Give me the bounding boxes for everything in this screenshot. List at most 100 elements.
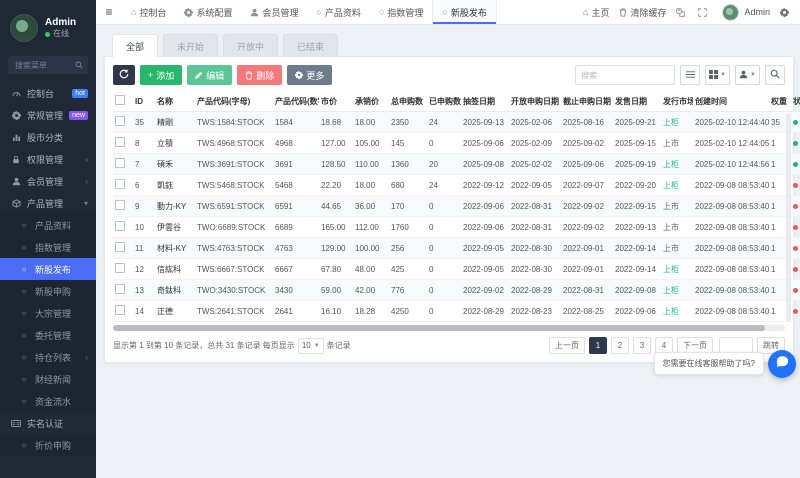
market-link[interactable]: 上市	[663, 244, 679, 253]
search-button[interactable]	[765, 65, 785, 85]
records-summary-suffix: 条记录	[326, 341, 351, 350]
sidebar-item-1[interactable]: 控制台 hot	[0, 82, 96, 104]
export-dropdown-button[interactable]: ▼	[735, 65, 760, 85]
tab-2[interactable]: 未开始	[163, 34, 219, 57]
cell-name[interactable]: 信紘科	[155, 258, 195, 280]
cell-name[interactable]: 奇鈦科	[155, 279, 195, 301]
market-link[interactable]: 上柜	[663, 307, 679, 316]
chat-launcher-button[interactable]	[768, 350, 796, 378]
topbar-avatar[interactable]	[722, 3, 740, 21]
market-link[interactable]: 上柜	[663, 118, 679, 127]
select-all-checkbox[interactable]	[115, 95, 125, 105]
row-checkbox[interactable]	[115, 158, 125, 168]
chat-message-bubble[interactable]: 您需要在线客服帮助了吗?	[653, 352, 764, 375]
stocks-table: ID名称产品代码(字母)产品代码(数字)市价承销价总申购数已申购数抽签日期开放申…	[113, 91, 800, 322]
page-size-select[interactable]: 10 ▼	[297, 337, 324, 354]
row-checkbox[interactable]	[115, 305, 125, 315]
sidebar-item-13[interactable]: ○ 持仓列表 ‹	[0, 346, 96, 368]
delete-button[interactable]: 删除	[237, 65, 283, 85]
columns-dropdown-button[interactable]: ▼	[705, 65, 731, 85]
row-checkbox[interactable]	[115, 116, 125, 126]
cell-name[interactable]: 伊雲谷	[155, 216, 195, 238]
home-link[interactable]: ⌂ 主页	[583, 6, 609, 19]
row-checkbox[interactable]	[115, 284, 125, 294]
market-link[interactable]: 上市	[663, 202, 679, 211]
tab-3[interactable]: 开放中	[223, 34, 279, 57]
cell-name[interactable]: 動力-KY	[155, 195, 195, 217]
sidebar-item-label: 股市分类	[27, 132, 64, 143]
row-checkbox[interactable]	[115, 137, 125, 147]
column-header: 开放申购日期	[509, 91, 561, 112]
tab-1[interactable]: 全部	[112, 34, 159, 57]
table-row: 6 凱鈺 TWS:5468:STOCK 5468 22.20 18.00 680 24 2022…	[113, 174, 800, 196]
market-link[interactable]: 上柜	[663, 181, 679, 190]
vertical-scrollbar[interactable]	[786, 113, 791, 322]
topbar-nav-2[interactable]: 系统配置	[175, 0, 241, 24]
search-icon[interactable]	[75, 61, 83, 69]
cell-name[interactable]: 正德	[155, 300, 195, 322]
more-button[interactable]: 更多	[287, 65, 333, 85]
horizontal-scrollbar[interactable]	[113, 325, 785, 331]
market-link[interactable]: 上市	[663, 139, 679, 148]
cell-name[interactable]: 凱鈺	[155, 174, 195, 196]
market-link[interactable]: 上柜	[663, 286, 679, 295]
cell-name[interactable]: 碩禾	[155, 153, 195, 175]
sidebar-item-14[interactable]: ○ 财经新闻	[0, 368, 96, 390]
sidebar-item-10[interactable]: ○ 新股申购	[0, 280, 96, 302]
user-avatar[interactable]	[10, 14, 38, 42]
page-button-1[interactable]: 1	[589, 337, 607, 354]
row-checkbox[interactable]	[115, 221, 125, 231]
sidebar-item-5[interactable]: 会员管理 ‹	[0, 170, 96, 192]
topbar-nav-3[interactable]: 会员管理	[241, 0, 307, 24]
row-checkbox[interactable]	[115, 200, 125, 210]
sidebar-item-16[interactable]: 实名认证	[0, 412, 96, 434]
market-link[interactable]: 上柜	[663, 160, 679, 169]
add-button[interactable]: + 添加	[140, 65, 183, 85]
sidebar-item-9[interactable]: ○ 新股发布	[0, 258, 96, 280]
paging-toggle-button[interactable]	[680, 65, 701, 85]
cell-total_subs: 170	[389, 195, 427, 217]
edit-button[interactable]: 编辑	[187, 65, 233, 85]
sidebar-item-11[interactable]: ○ 大宗管理	[0, 302, 96, 324]
page-button-3[interactable]: 3	[633, 337, 651, 354]
cell-uw_price: 112.00	[353, 216, 389, 238]
prev-page-button[interactable]: 上一页	[549, 337, 585, 354]
row-checkbox[interactable]	[115, 179, 125, 189]
tab-4[interactable]: 已结束	[283, 34, 339, 57]
market-link[interactable]: 上柜	[663, 265, 679, 274]
sidebar-search-input[interactable]	[13, 59, 75, 71]
sidebar-item-15[interactable]: ○ 资金流水	[0, 390, 96, 412]
refresh-button[interactable]	[113, 65, 135, 85]
sidebar-item-7[interactable]: ○ 产品资料	[0, 214, 96, 236]
topbar-nav-1[interactable]: ⌂ 控制台	[122, 0, 175, 24]
sidebar-item-2[interactable]: 常规管理 new	[0, 104, 96, 126]
table-search-input[interactable]	[575, 65, 676, 85]
row-checkbox[interactable]	[115, 242, 125, 252]
cell-code_num: 6591	[273, 195, 319, 217]
translate-button[interactable]	[676, 7, 688, 17]
clear-cache-button[interactable]: 清除缓存	[619, 6, 666, 19]
cell-name[interactable]: 立積	[155, 132, 195, 154]
column-header: 产品代码(数字)	[273, 91, 319, 112]
page-button-2[interactable]: 2	[611, 337, 629, 354]
sidebar-item-3[interactable]: 股市分类	[0, 126, 96, 148]
topbar-username[interactable]: Admin	[744, 7, 770, 17]
sidebar-item-8[interactable]: ○ 指数管理	[0, 236, 96, 258]
horizontal-scrollbar-thumb[interactable]	[113, 325, 765, 331]
sidebar-item-12[interactable]: ○ 委托管理	[0, 324, 96, 346]
topbar-nav-4[interactable]: ○ 产品资料	[307, 0, 369, 24]
row-checkbox[interactable]	[115, 263, 125, 273]
topbar-nav-5[interactable]: ○ 指数管理	[370, 0, 432, 24]
topbar-nav: ⌂ 控制台 系统配置 会员管理 ○ 产品资料 ○ 指数管理 ○ 新股发布	[122, 0, 497, 24]
settings-button[interactable]	[780, 7, 792, 17]
menu-toggle-icon[interactable]: ≡	[96, 0, 122, 24]
market-link[interactable]: 上市	[663, 223, 679, 232]
cell-name[interactable]: 精剛	[155, 111, 195, 133]
sidebar-item-4[interactable]: 权限管理 ‹	[0, 148, 96, 170]
sidebar-item-6[interactable]: 产品管理 ▾	[0, 192, 96, 214]
fullscreen-button[interactable]	[698, 7, 710, 17]
table-row: 35 精剛 TWS:1584:STOCK 1584 18.68 18.00 2350 24 20…	[113, 111, 800, 133]
sidebar-item-17[interactable]: ○ 折价申购	[0, 434, 96, 456]
cell-name[interactable]: 材料-KY	[155, 237, 195, 259]
topbar-nav-6[interactable]: ○ 新股发布	[432, 0, 497, 24]
